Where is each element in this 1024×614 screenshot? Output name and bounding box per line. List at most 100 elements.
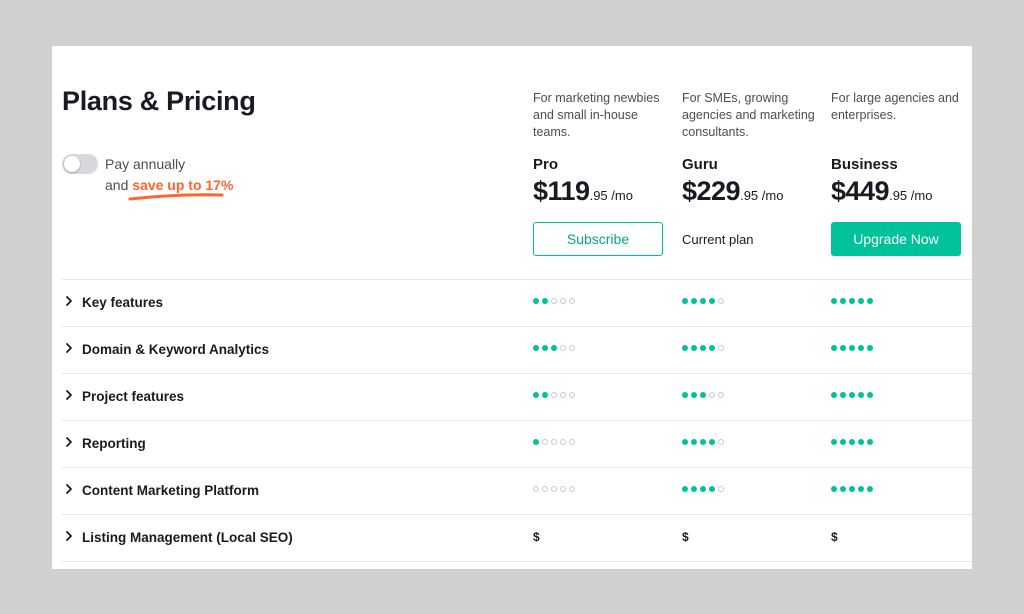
feature-rating-dots [533, 392, 575, 402]
feature-rating-dots [831, 486, 873, 496]
rating-dot-filled [831, 298, 837, 304]
chevron-right-icon[interactable] [64, 389, 74, 401]
feature-rating-dots [831, 298, 873, 308]
rating-dot-empty [569, 345, 575, 351]
rating-dot-filled [867, 392, 873, 398]
save-highlight: save up to 17% [132, 177, 234, 193]
feature-rating-dots [533, 298, 575, 308]
price-cents: .95 [589, 188, 608, 203]
feature-rating-dots [533, 345, 575, 355]
feature-row[interactable]: Reporting [62, 420, 972, 467]
price-cents: .95 [889, 188, 908, 203]
feature-rating-dots [682, 345, 724, 355]
rating-dot-filled [867, 486, 873, 492]
rating-dot-filled [831, 439, 837, 445]
rating-dot-filled [542, 392, 548, 398]
price-main: $449 [831, 176, 890, 206]
pay-annually-label: Pay annually [105, 156, 186, 172]
underline-swoosh-icon [128, 193, 224, 201]
chevron-right-icon[interactable] [64, 436, 74, 448]
rating-dot-filled [858, 298, 864, 304]
rating-dot-empty [718, 439, 724, 445]
feature-row-label: Reporting [82, 436, 146, 451]
rating-dot-empty [542, 486, 548, 492]
feature-cell-value: $ [533, 530, 540, 544]
rating-dot-filled [533, 439, 539, 445]
rating-dot-filled [691, 345, 697, 351]
rating-dot-filled [700, 439, 706, 445]
rating-dot-filled [533, 298, 539, 304]
chevron-right-icon[interactable] [64, 295, 74, 307]
feature-cell-value: $ [831, 530, 838, 544]
feature-row[interactable]: Domain & Keyword Analytics [62, 326, 972, 373]
pay-annually-toggle[interactable] [62, 154, 98, 174]
rating-dot-empty [542, 439, 548, 445]
plan-pro: For marketing newbies and small in-house… [533, 90, 673, 256]
rating-dot-filled [542, 298, 548, 304]
rating-dot-empty [551, 392, 557, 398]
rating-dot-filled [840, 392, 846, 398]
chevron-right-icon[interactable] [64, 530, 74, 542]
plan-description: For SMEs, growing agencies and marketing… [682, 91, 815, 139]
feature-rating-dots [682, 392, 724, 402]
price-period: /mo [607, 188, 633, 203]
rating-dot-filled [849, 298, 855, 304]
rating-dot-filled [867, 439, 873, 445]
rating-dot-filled [840, 486, 846, 492]
feature-rating-dots [831, 439, 873, 449]
rating-dot-filled [542, 345, 548, 351]
and-word: and [105, 177, 129, 193]
rating-dot-filled [858, 392, 864, 398]
save-text: and save up to 17% [105, 177, 233, 193]
plan-name: Business [831, 156, 898, 173]
rating-dot-empty [569, 439, 575, 445]
rating-dot-filled [691, 439, 697, 445]
rating-dot-filled [849, 439, 855, 445]
rating-dot-filled [709, 486, 715, 492]
feature-rating-dots [682, 298, 724, 308]
rating-dot-filled [709, 345, 715, 351]
rating-dot-filled [533, 345, 539, 351]
rating-dot-empty [560, 345, 566, 351]
feature-rating-dots [533, 486, 575, 496]
feature-rating-dots [682, 486, 724, 496]
plan-price: $449.95 /mo [831, 176, 932, 207]
rating-dot-filled [700, 392, 706, 398]
price-main: $119 [533, 176, 590, 206]
rating-dot-filled [551, 345, 557, 351]
feature-row[interactable]: Project features [62, 373, 972, 420]
price-cents: .95 [740, 188, 759, 203]
feature-row[interactable]: Content Marketing Platform [62, 467, 972, 514]
upgrade-now-button[interactable]: Upgrade Now [831, 222, 961, 256]
plan-business: For large agencies and enterprises. Busi… [831, 90, 971, 256]
feature-row[interactable]: Listing Management (Local SEO) $ $ $ [62, 514, 972, 562]
rating-dot-filled [700, 298, 706, 304]
subscribe-button[interactable]: Subscribe [533, 222, 663, 256]
feature-table: Key features Domain & Keyword Analytics Pr… [62, 279, 972, 562]
rating-dot-empty [560, 486, 566, 492]
rating-dot-empty [533, 486, 539, 492]
feature-row[interactable]: Key features [62, 279, 972, 326]
pricing-card: Plans & Pricing Pay annually and save up… [52, 46, 972, 569]
plan-guru: For SMEs, growing agencies and marketing… [682, 90, 822, 247]
rating-dot-filled [700, 486, 706, 492]
plan-price: $119.95 /mo [533, 176, 633, 207]
rating-dot-filled [682, 345, 688, 351]
rating-dot-filled [831, 486, 837, 492]
rating-dot-filled [691, 486, 697, 492]
plan-name: Pro [533, 156, 559, 173]
feature-rating-dots [533, 439, 575, 449]
feature-rating-dots [831, 392, 873, 402]
rating-dot-filled [709, 439, 715, 445]
feature-rating-dots [682, 439, 724, 449]
rating-dot-filled [709, 298, 715, 304]
rating-dot-filled [858, 439, 864, 445]
rating-dot-filled [867, 345, 873, 351]
rating-dot-empty [551, 298, 557, 304]
rating-dot-empty [569, 486, 575, 492]
chevron-right-icon[interactable] [64, 483, 74, 495]
rating-dot-filled [849, 345, 855, 351]
rating-dot-filled [533, 392, 539, 398]
chevron-right-icon[interactable] [64, 342, 74, 354]
rating-dot-filled [691, 392, 697, 398]
